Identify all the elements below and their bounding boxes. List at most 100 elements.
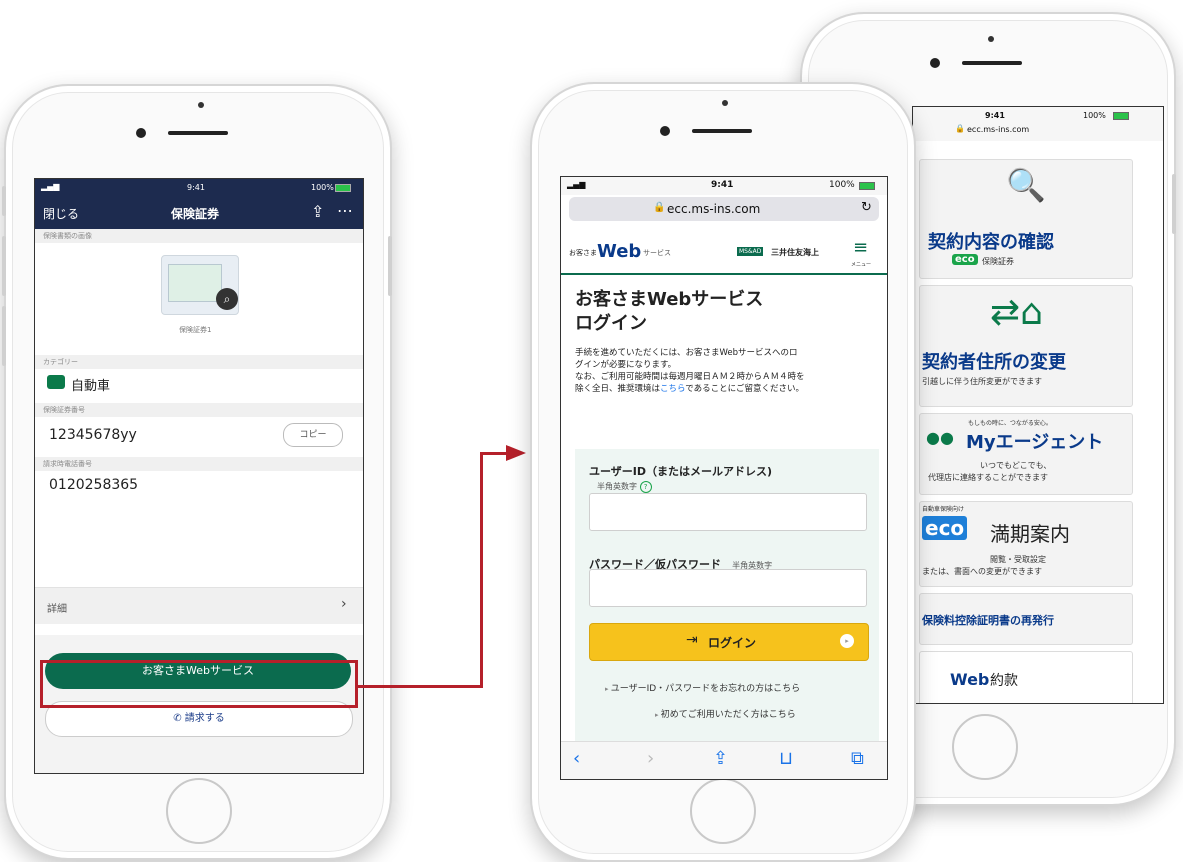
login-button[interactable]: ⇥ ログイン ▸	[589, 623, 869, 661]
magnifier-document-icon: 🔍	[1006, 166, 1046, 204]
eco-badge: eco	[952, 254, 978, 265]
zoom-icon[interactable]: ⌕	[216, 288, 238, 310]
claim-button-label: 請求する	[184, 713, 225, 724]
back-icon[interactable]: ‹	[573, 748, 580, 769]
car-icon	[47, 375, 65, 389]
close-button[interactable]: 閉じる	[43, 205, 79, 222]
earpiece-speaker	[168, 131, 228, 135]
lock-icon: 🔒	[653, 202, 666, 213]
more-icon[interactable]: ⋯	[337, 201, 353, 220]
proximity-sensor	[722, 100, 728, 106]
hamburger-menu-icon[interactable]: ≡	[853, 237, 868, 258]
status-time: 9:41	[985, 111, 1005, 120]
bookmarks-icon[interactable]: ⊔	[779, 748, 793, 769]
power-button	[388, 236, 392, 296]
page-title-line2: ログイン	[575, 313, 647, 334]
home-button[interactable]	[166, 778, 232, 844]
volume-button	[2, 236, 6, 296]
card-contract-check[interactable]: 🔍 契約内容の確認 eco 保険証券	[919, 159, 1133, 279]
section-header-category: カテゴリー	[35, 355, 363, 369]
category-value: 自動車	[71, 379, 111, 394]
header-service: サービス	[643, 249, 671, 257]
help-icon[interactable]: ?	[639, 481, 652, 493]
chevron-right-icon: ›	[341, 596, 347, 612]
card-tag: 自動車保険向け	[922, 506, 965, 513]
card-sub-2: または、書面への変更ができます	[922, 567, 1042, 576]
card-title: 約款	[990, 673, 1018, 689]
phone-middle-screen: ▂▄▆ 9:41 100% 🔒 ecc.ms-ins.com ↻ お客さま We…	[560, 176, 888, 780]
agent-people-icon: ●●	[926, 428, 954, 447]
eco-badge: eco	[922, 516, 968, 540]
battery-percent: 100%	[829, 180, 855, 190]
claim-phone-number: 0120258365	[49, 477, 139, 493]
url-text: ecc.ms-ins.com	[667, 202, 761, 216]
battery-percent: 100%	[1083, 111, 1106, 120]
copy-button[interactable]: コピー	[283, 423, 343, 447]
tabs-icon[interactable]: ⧉	[851, 748, 864, 769]
details-row[interactable]: 詳細 ›	[35, 587, 363, 624]
earpiece-speaker	[692, 129, 752, 133]
brand-badge: MS&AD	[737, 247, 764, 256]
environment-link[interactable]: こちら	[660, 384, 685, 394]
status-bar: ▂▄▆ 9:41 100%	[561, 177, 887, 195]
card-title: 契約者住所の変更	[922, 352, 1066, 373]
status-time: 9:41	[187, 183, 205, 192]
details-label: 詳細	[47, 604, 67, 615]
forgot-link-text: ユーザーID・パスワードをお忘れの方はこちら	[610, 684, 801, 694]
forward-icon[interactable]: ›	[647, 748, 654, 769]
first-time-link-text: 初めてご利用いただく方はこちら	[660, 710, 796, 720]
house-arrows-icon: ⇄⌂	[990, 292, 1044, 333]
intro-line: 除く全日、推奨環境はこちらであることにご留意ください。	[575, 383, 885, 395]
header-prefix: お客さま	[569, 249, 597, 257]
home-button[interactable]	[690, 778, 756, 844]
userid-label: ユーザーID（またはメールアドレス)	[589, 465, 773, 478]
home-button[interactable]	[952, 714, 1018, 780]
status-time: 9:41	[711, 180, 734, 190]
policy-image-thumbnail[interactable]: ⌕	[161, 255, 239, 315]
signal-icon: ▂▄▆	[41, 182, 60, 191]
share-icon[interactable]: ⇪	[713, 748, 728, 769]
first-time-link[interactable]: ▸ 初めてご利用いただく方はこちら	[655, 707, 796, 720]
document-preview	[168, 264, 222, 302]
front-camera	[136, 128, 146, 138]
card-my-agent[interactable]: もしもの時に、つながる安心。 ●● Myエージェント いつでもどこでも、 代理店…	[919, 413, 1133, 495]
volume-button	[2, 306, 6, 366]
address-bar[interactable]: 🔒 ecc.ms-ins.com ↻	[569, 197, 879, 221]
userid-field[interactable]	[589, 493, 867, 531]
page-title-line1: お客さまWebサービス	[575, 289, 764, 310]
login-icon: ⇥	[686, 632, 698, 648]
password-field[interactable]	[589, 569, 867, 607]
forgot-credentials-link[interactable]: ▸ ユーザーID・パスワードをお忘れの方はこちら	[605, 681, 800, 694]
connector-line-v	[480, 452, 483, 688]
url-text: ecc.ms-ins.com	[967, 125, 1030, 134]
intro-line: グインが必要になります。	[575, 360, 677, 370]
policy-number: 12345678yy	[49, 427, 137, 443]
login-button-label: ログイン	[708, 636, 757, 650]
card-tagline: もしもの時に、つながる安心。	[968, 420, 1052, 427]
connector-line-h1	[358, 685, 482, 688]
intro-text-pre: 除く全日、推奨環境は	[575, 384, 661, 394]
battery-icon	[335, 184, 351, 192]
intro-text-post: であることにご留意ください。	[685, 384, 805, 394]
share-icon[interactable]: ⇪	[311, 202, 324, 221]
card-address-change[interactable]: ⇄⌂ 契約者住所の変更 引越しに伴う住所変更ができます	[919, 285, 1133, 407]
nav-bar: 閉じる 保険証券 ⇪ ⋯	[35, 197, 363, 229]
eco-badge-text: eco	[922, 516, 968, 540]
card-maturity-notice[interactable]: 自動車保険向け eco 満期案内 閲覧・受取設定 または、書面への変更ができます	[919, 501, 1133, 587]
card-tax-certificate[interactable]: 保険料控除証明書の再発行	[919, 593, 1133, 645]
web-logo: Web	[597, 241, 642, 262]
earpiece-speaker	[962, 61, 1022, 65]
section-header-policy-number: 保険証券番号	[35, 403, 363, 417]
phone-right-screen: 9:41 100% 🔒 ecc.ms-ins.com 🔍 契約内容の確認 eco…	[912, 106, 1164, 704]
phone-icon: ✆	[173, 713, 185, 724]
front-camera	[930, 58, 940, 68]
battery-icon	[1113, 112, 1129, 120]
section-header-image: 保険書類の画像	[35, 229, 363, 243]
reload-icon[interactable]: ↻	[861, 200, 872, 215]
status-bar: ▂▄▆ 9:41 100%	[35, 179, 363, 197]
card-title: 契約内容の確認	[928, 232, 1054, 253]
eco-badge-text: eco	[952, 254, 978, 265]
site-header: お客さま Web サービス MS&AD 三井住友海上 ≡ メニュー	[561, 235, 887, 275]
card-web-terms[interactable]: Web 約款	[919, 651, 1133, 703]
status-bar: 9:41 100% 🔒 ecc.ms-ins.com	[913, 107, 1163, 141]
